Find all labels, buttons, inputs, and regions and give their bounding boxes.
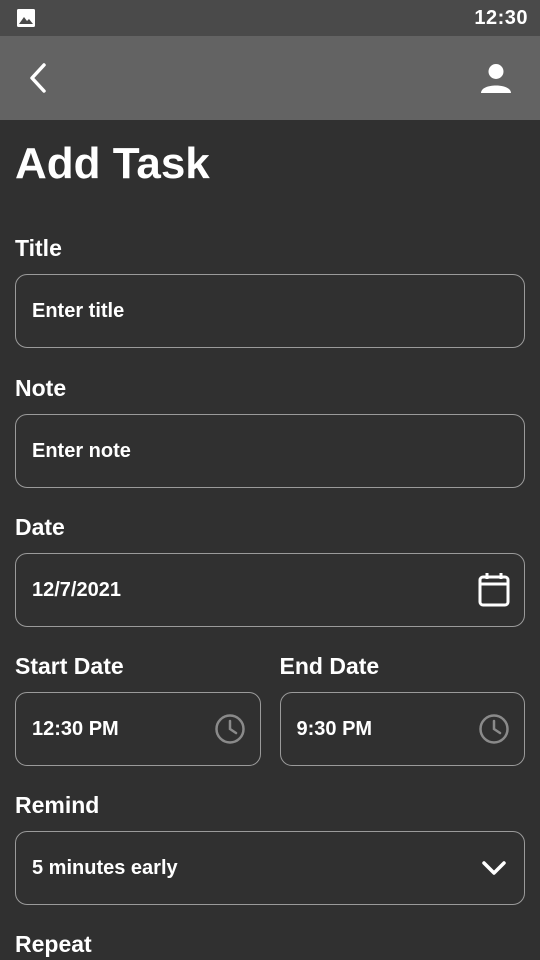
chevron-down-icon[interactable] xyxy=(476,850,512,886)
repeat-label: Repeat xyxy=(15,931,92,957)
back-button[interactable] xyxy=(18,58,58,98)
note-label: Note xyxy=(15,375,67,401)
title-field[interactable] xyxy=(15,274,525,348)
date-value: 12/7/2021 xyxy=(32,578,121,601)
note-field[interactable] xyxy=(15,414,525,488)
page-title: Add Task xyxy=(15,139,210,188)
status-time: 12:30 xyxy=(474,6,528,29)
chevron-left-icon xyxy=(24,62,52,94)
start-date-group: Start Date 12:30 PM xyxy=(15,652,261,766)
clock-icon[interactable] xyxy=(212,711,248,747)
end-date-value: 9:30 PM xyxy=(296,717,373,740)
image-icon xyxy=(16,7,38,29)
end-date-label: End Date xyxy=(279,653,380,679)
remind-select[interactable]: 5 minutes early xyxy=(15,831,525,905)
end-date-field[interactable]: 9:30 PM xyxy=(279,692,525,766)
start-date-field[interactable]: 12:30 PM xyxy=(15,692,261,766)
date-label: Date xyxy=(15,514,65,540)
profile-button[interactable] xyxy=(476,58,516,98)
remind-value: 5 minutes early xyxy=(32,856,178,879)
clock-icon[interactable] xyxy=(476,711,512,747)
calendar-icon[interactable] xyxy=(476,572,512,608)
add-task-form: Add Task Title Note Date 12/7/2021 Start… xyxy=(0,120,540,958)
time-row: Start Date 12:30 PM End Date 9:30 PM xyxy=(15,652,525,766)
note-input[interactable] xyxy=(32,439,512,463)
status-bar: 12:30 xyxy=(0,0,540,36)
title-label: Title xyxy=(15,235,62,261)
person-icon xyxy=(480,62,512,94)
start-date-label: Start Date xyxy=(15,653,124,679)
remind-label: Remind xyxy=(15,792,100,818)
title-input[interactable] xyxy=(32,299,512,323)
app-bar xyxy=(0,36,540,120)
date-field[interactable]: 12/7/2021 xyxy=(15,553,525,627)
end-date-group: End Date 9:30 PM xyxy=(279,652,525,766)
start-date-value: 12:30 PM xyxy=(32,717,119,740)
